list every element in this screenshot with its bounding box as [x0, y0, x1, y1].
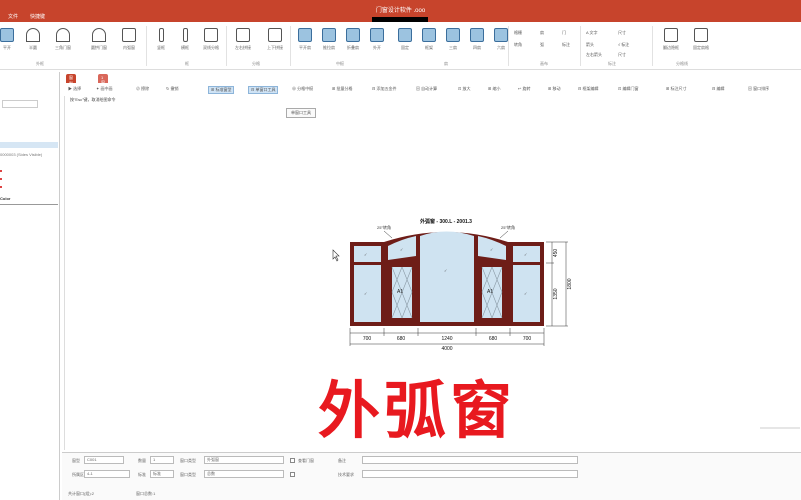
corner-label-right: 25°转角 — [501, 224, 515, 230]
properties-panel: 窗型 C001 数量 1 窗口类型 外弧窗 查看门窗 备注 所属区域 4-1 标… — [62, 452, 801, 500]
height-dim-1: 450 — [553, 249, 559, 258]
view-window-checkbox[interactable] — [290, 458, 295, 463]
tech-requirements-field[interactable] — [362, 470, 578, 478]
option-checkbox[interactable] — [290, 472, 295, 477]
window-kind-select[interactable]: 总数 — [204, 470, 284, 478]
svg-text:✓: ✓ — [444, 268, 447, 273]
sash-label-right: A1 — [487, 289, 493, 295]
svg-text:✓: ✓ — [364, 252, 367, 257]
standard-field[interactable]: 标准 — [150, 470, 174, 478]
svg-text:✓: ✓ — [524, 291, 527, 296]
width-total: 4000 — [441, 346, 452, 352]
status-group-count: 共计窗口(组):2 — [68, 491, 94, 496]
status-window-count: 窗口总数:1 — [136, 491, 156, 496]
glass-pane — [420, 231, 474, 322]
glass-pane — [354, 246, 381, 262]
video-caption: 外弧窗 — [318, 374, 517, 447]
height-total: 1800 — [567, 278, 573, 289]
region-field[interactable]: 4-1 — [84, 470, 130, 478]
glass-pane — [354, 265, 381, 322]
window-category-select[interactable]: 外弧窗 — [204, 456, 284, 464]
quantity-field[interactable]: 1 — [150, 456, 174, 464]
height-dim-2: 1350 — [553, 288, 559, 299]
svg-text:✓: ✓ — [400, 247, 403, 252]
corner-label-left: 25°转角 — [377, 224, 391, 230]
window-drawing[interactable]: ✓ ✓ ✓ ✓ ✓ ✓ ✓ A1 A1 — [350, 231, 544, 327]
width-dim-3: 1240 — [441, 336, 452, 342]
svg-text:✓: ✓ — [364, 291, 367, 296]
width-dim-5: 700 — [523, 336, 532, 342]
svg-text:✓: ✓ — [490, 247, 493, 252]
drawing-title: 外弧窗 - 300.L - 2001.3 — [420, 218, 472, 225]
remarks-field[interactable] — [362, 456, 578, 464]
width-dim-1: 700 — [363, 336, 372, 342]
width-dim-2: 680 — [397, 336, 406, 342]
sash-label-left: A1 — [397, 289, 403, 295]
width-dim-4: 680 — [489, 336, 498, 342]
window-type-field[interactable]: C001 — [84, 456, 124, 464]
mouse-cursor-icon — [332, 249, 340, 262]
svg-text:✓: ✓ — [524, 252, 527, 257]
